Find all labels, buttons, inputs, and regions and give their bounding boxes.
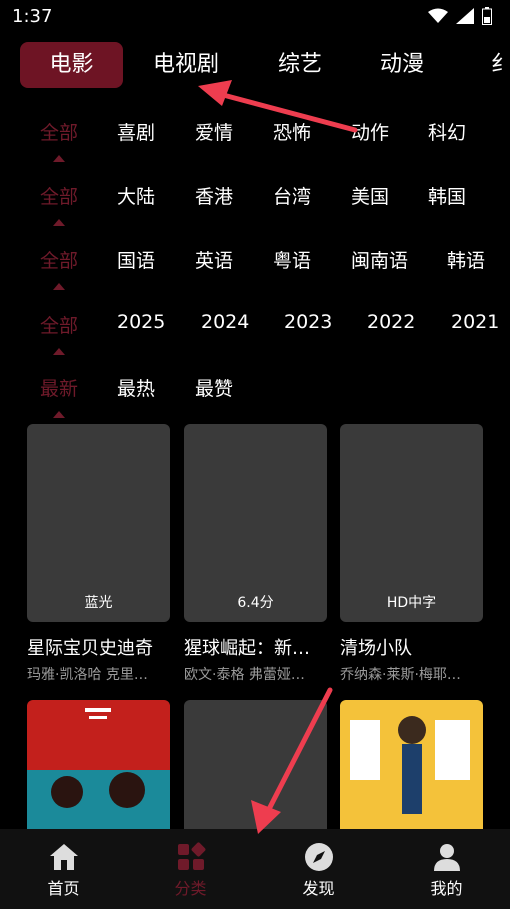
poster-art [27, 700, 170, 830]
filter-lang-english[interactable]: 英语 [195, 246, 233, 273]
nav-profile[interactable]: 我的 [383, 829, 510, 909]
movie-poster[interactable]: HD中字 [340, 424, 483, 622]
filter-lang-minnan[interactable]: 闽南语 [351, 246, 408, 273]
poster-art [184, 700, 327, 830]
bottom-nav: 首页 分类 发现 我的 [0, 829, 510, 909]
selected-indicator [53, 283, 65, 290]
filter-region-korea[interactable]: 韩国 [428, 182, 466, 209]
compass-icon [305, 843, 333, 871]
movie-poster[interactable]: 蓝光 [27, 424, 170, 622]
filter-genre-all[interactable]: 全部 [40, 118, 78, 145]
nav-profile-label: 我的 [430, 879, 463, 898]
filter-lang-all[interactable]: 全部 [40, 246, 78, 273]
selected-indicator [53, 155, 65, 162]
filter-year-all[interactable]: 全部 [40, 311, 78, 338]
filter-genre-horror[interactable]: 恐怖 [273, 118, 311, 145]
filter-year-2024[interactable]: 2024 [201, 311, 249, 333]
filter-year-2025[interactable]: 2025 [117, 311, 165, 333]
sort-hottest[interactable]: 最热 [117, 374, 155, 401]
filter-row-sort: 最新 最热 最赞 [0, 374, 510, 414]
movie-poster[interactable] [27, 700, 170, 830]
quality-tag: HD中字 [386, 595, 437, 611]
filter-region-hongkong[interactable]: 香港 [195, 182, 233, 209]
filter-year-2022[interactable]: 2022 [367, 311, 415, 333]
nav-discover[interactable]: 发现 [255, 829, 382, 909]
tab-variety[interactable]: 综艺 [260, 42, 340, 88]
movie-poster[interactable]: 6.4分 [184, 424, 327, 622]
status-icons [428, 7, 492, 25]
filter-genre-comedy[interactable]: 喜剧 [117, 118, 155, 145]
user-icon [434, 844, 460, 871]
filter-lang-cantonese[interactable]: 粤语 [273, 246, 311, 273]
movie-title[interactable]: 猩球崛起：新… [184, 634, 327, 660]
filter-region-mainland[interactable]: 大陆 [117, 182, 155, 209]
selected-indicator [53, 348, 65, 355]
filter-region-taiwan[interactable]: 台湾 [273, 182, 311, 209]
status-bar: 1:37 [0, 0, 510, 34]
filter-genre-scifi[interactable]: 科幻 [428, 118, 466, 145]
quality-tag: 蓝光 [84, 595, 113, 611]
movie-card[interactable] [184, 700, 327, 830]
movie-poster[interactable] [184, 700, 327, 830]
category-tabs: 电影 电视剧 综艺 动漫 纟 [0, 42, 510, 92]
nav-home-label: 首页 [47, 879, 80, 898]
filter-row-region: 全部 大陆 香港 台湾 美国 韩国 [0, 182, 510, 222]
movie-poster[interactable] [340, 700, 483, 830]
battery-icon [482, 7, 492, 25]
poster-art [340, 700, 483, 830]
filter-row-language: 全部 国语 英语 粤语 闽南语 韩语 [0, 246, 510, 286]
movie-cast: 乔纳森·莱斯·梅耶… [340, 667, 461, 683]
tab-anime[interactable]: 动漫 [360, 42, 444, 88]
sort-latest[interactable]: 最新 [40, 374, 78, 401]
filter-region-usa[interactable]: 美国 [351, 182, 389, 209]
movie-card[interactable]: 蓝光 星际宝贝史迪奇 玛雅·凯洛哈 克里… [27, 424, 170, 684]
movie-card[interactable] [27, 700, 170, 830]
category-icon [178, 842, 206, 870]
signal-icon [456, 8, 474, 24]
tab-tv-series[interactable]: 电视剧 [140, 42, 232, 88]
nav-category[interactable]: 分类 [127, 829, 254, 909]
filter-year-2021[interactable]: 2021 [451, 311, 499, 333]
rating-tag: 6.4分 [237, 595, 274, 611]
selected-indicator [53, 219, 65, 226]
tab-movie[interactable]: 电影 [20, 42, 123, 88]
nav-discover-label: 发现 [302, 879, 335, 898]
movie-card[interactable]: 6.4分 猩球崛起：新… 欧文·泰格 弗蕾娅… [184, 424, 327, 684]
filter-genre-romance[interactable]: 爱情 [195, 118, 233, 145]
status-time: 1:37 [12, 6, 53, 27]
nav-home[interactable]: 首页 [0, 829, 127, 909]
movie-cast: 玛雅·凯洛哈 克里… [27, 667, 148, 683]
selected-indicator [53, 411, 65, 418]
movie-title[interactable]: 星际宝贝史迪奇 [27, 634, 170, 660]
movie-title[interactable]: 清场小队 [340, 634, 483, 660]
filter-row-year: 全部 2025 2024 2023 2022 2021 [0, 311, 510, 351]
filter-row-genre: 全部 喜剧 爱情 恐怖 动作 科幻 [0, 118, 510, 158]
movie-cast: 欧文·泰格 弗蕾娅… [184, 667, 305, 683]
filter-lang-mandarin[interactable]: 国语 [117, 246, 155, 273]
nav-category-label: 分类 [174, 879, 207, 898]
wifi-icon [428, 8, 448, 23]
movie-card[interactable]: HD中字 清场小队 乔纳森·莱斯·梅耶… [340, 424, 483, 684]
filter-lang-korean[interactable]: 韩语 [447, 246, 485, 273]
home-icon [50, 844, 78, 870]
sort-most-liked[interactable]: 最赞 [195, 374, 233, 401]
movie-card[interactable] [340, 700, 483, 830]
filter-region-all[interactable]: 全部 [40, 182, 78, 209]
filter-year-2023[interactable]: 2023 [284, 311, 332, 333]
tab-more[interactable]: 纟 [472, 42, 510, 88]
filter-genre-action[interactable]: 动作 [351, 118, 389, 145]
